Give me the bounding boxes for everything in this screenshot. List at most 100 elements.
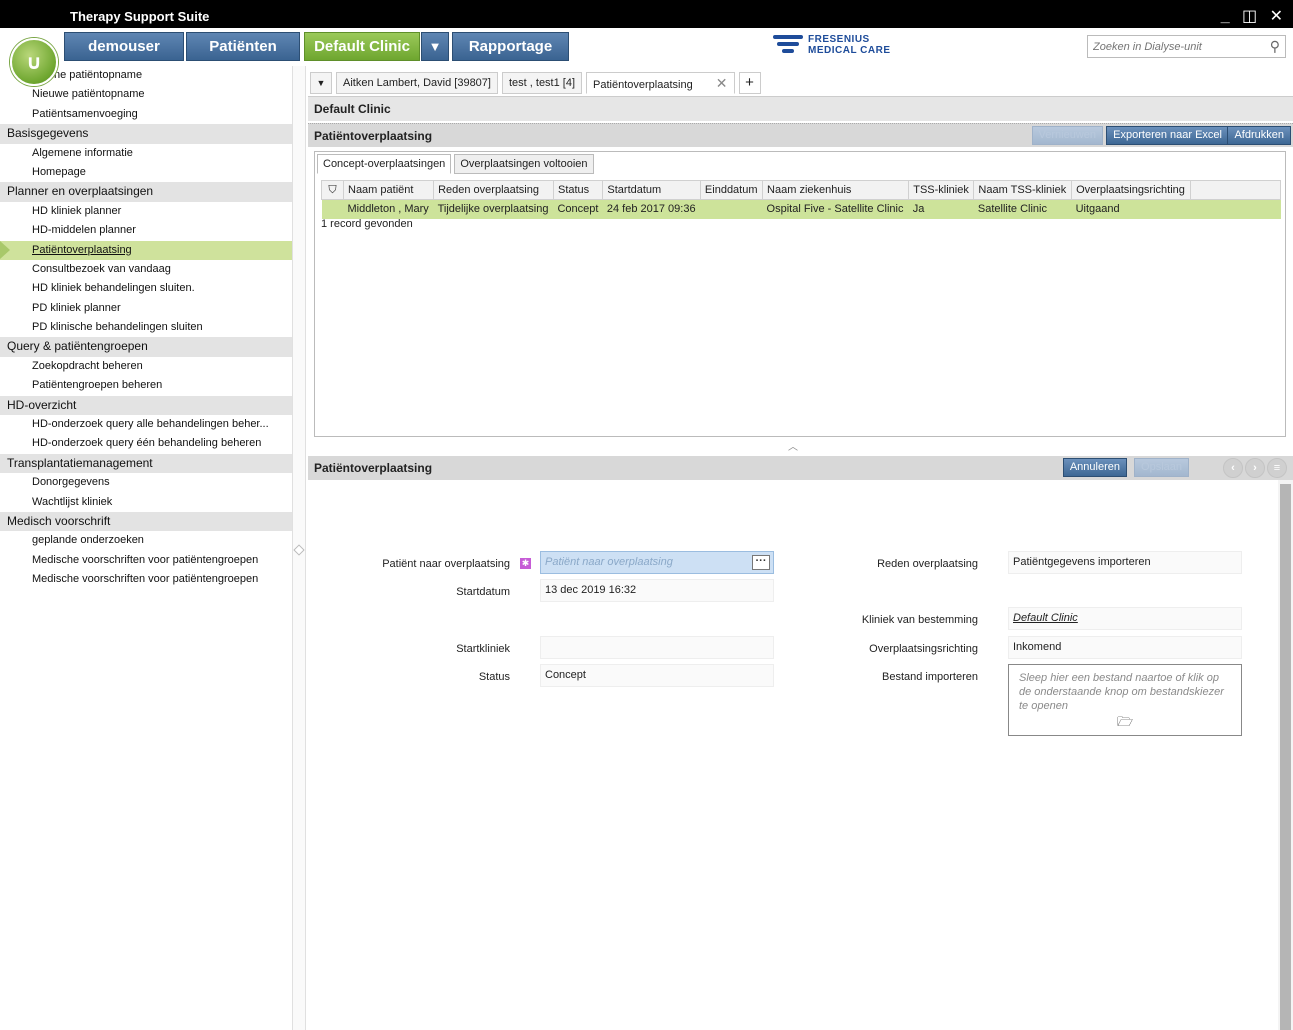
destination-link[interactable]: Default Clinic <box>1013 612 1078 624</box>
reports-button[interactable]: Rapportage <box>452 32 569 61</box>
column-header[interactable]: Overplaatsingsrichting <box>1071 180 1191 200</box>
save-button[interactable]: Opslaan <box>1134 458 1189 477</box>
column-header[interactable]: Naam patiënt <box>342 180 435 200</box>
user-menu-button[interactable]: demouser <box>64 32 184 61</box>
column-header[interactable]: Einddatum <box>699 180 764 200</box>
add-tab-icon[interactable]: + <box>738 71 761 94</box>
clinic-dropdown-icon[interactable]: ▼ <box>421 32 449 61</box>
tab-patient-aitken[interactable]: Aitken Lambert, David [39807] <box>336 71 498 94</box>
print-button[interactable]: Afdrukken <box>1227 126 1291 145</box>
cancel-button[interactable]: Annuleren <box>1062 458 1127 477</box>
scrollbar-thumb[interactable] <box>1280 484 1291 1030</box>
document-tabs: ▼ Aitken Lambert, David [39807] test , t… <box>310 70 765 95</box>
sidebar-group[interactable]: Transplantatiemanagement <box>0 453 292 474</box>
clinic-button[interactable]: Default Clinic <box>304 32 420 61</box>
table-cell[interactable]: 24 feb 2017 09:36 <box>602 199 701 219</box>
table-cell[interactable]: Uitgaand <box>1071 199 1191 219</box>
search-box[interactable]: ⚲ <box>1087 35 1286 58</box>
patient-placeholder: Patiënt naar overplaatsing <box>545 556 673 568</box>
filter-icon[interactable]: ⛉ <box>321 180 344 200</box>
startclinic-label: Startkliniek <box>456 643 510 655</box>
patient-label: Patiënt naar overplaatsing <box>382 558 510 570</box>
direction-field[interactable]: Inkomend <box>1008 636 1242 659</box>
sidebar-item[interactable]: Zoekopdracht beheren <box>0 357 292 376</box>
sidebar-item[interactable]: Patiëntengroepen beheren <box>0 376 292 395</box>
column-header[interactable]: TSS-kliniek <box>908 180 975 200</box>
search-icon[interactable]: ⚲ <box>1270 38 1280 55</box>
next-record-icon[interactable]: › <box>1245 458 1265 478</box>
sidebar-item[interactable]: Consultbezoek van vandaag <box>0 260 292 279</box>
folder-icon[interactable]: 🗁 <box>1117 715 1133 729</box>
brand-line2: MEDICAL CARE <box>808 45 891 56</box>
sidebar-item[interactable]: HD kliniek behandelingen sluiten. <box>0 279 292 298</box>
window-controls[interactable]: _ ◫ ✕ <box>1221 6 1287 26</box>
destination-label: Kliniek van bestemming <box>861 614 978 626</box>
column-header[interactable]: Status <box>552 180 604 200</box>
sidebar-item[interactable]: Medische voorschriften voor patiëntengro… <box>0 570 292 589</box>
table-cell[interactable]: Ospital Five - Satellite Clinic <box>762 199 909 219</box>
table-cell[interactable] <box>700 199 763 219</box>
sidebar-item[interactable]: Homepage <box>0 163 292 182</box>
stethoscope-logo-icon[interactable]: ∪ <box>10 38 58 86</box>
sidebar-group[interactable]: Query & patiëntengroepen <box>0 337 292 357</box>
sidebar-item[interactable]: Patiëntsamenvoeging <box>0 105 292 124</box>
fresenius-logo-icon <box>772 32 804 58</box>
splitter-grip-icon[interactable] <box>293 544 305 556</box>
destination-field[interactable]: Default Clinic <box>1008 607 1242 630</box>
sidebar-item[interactable]: Wachtlijst kliniek <box>0 493 292 512</box>
sidebar-item[interactable]: Patiëntoverplaatsing <box>0 240 292 260</box>
sidebar-item[interactable]: Medische voorschriften voor patiëntengro… <box>0 551 292 570</box>
sidebar-splitter[interactable] <box>292 66 306 1030</box>
column-header[interactable]: Startdatum <box>602 180 701 200</box>
column-header[interactable]: Naam ziekenhuis <box>762 180 910 200</box>
search-input[interactable] <box>1088 36 1258 57</box>
sidebar-item[interactable]: HD-onderzoek query één behandeling beher… <box>0 434 292 453</box>
sidebar-item[interactable]: PD klinische behandelingen sluiten <box>0 318 292 337</box>
close-icon[interactable]: ✕ <box>716 75 728 91</box>
record-navigation: ‹ › ≡ <box>1223 458 1287 478</box>
tab-patient-test[interactable]: test , test1 [4] <box>501 71 583 94</box>
file-dropzone[interactable]: Sleep hier een bestand naartoe of klik o… <box>1008 664 1242 736</box>
table-cell[interactable]: Concept <box>553 199 603 219</box>
table-cell[interactable]: Middleton , Mary <box>343 199 434 219</box>
refresh-button[interactable]: Vernieuwen <box>1031 126 1103 145</box>
record-menu-icon[interactable]: ≡ <box>1267 458 1287 478</box>
startclinic-field[interactable] <box>540 636 774 659</box>
startdate-field[interactable]: 13 dec 2019 16:32 <box>540 579 774 602</box>
sidebar-item[interactable]: Nieuwe patiëntopname <box>0 85 292 104</box>
tab-complete-transfers[interactable]: Overplaatsingen voltooien <box>454 154 594 174</box>
sidebar-group[interactable]: Basisgegevens <box>0 124 292 144</box>
subtabs: Concept-overplaatsingen Overplaatsingen … <box>317 154 597 174</box>
column-header[interactable]: Naam TSS-kliniek <box>973 180 1073 200</box>
tab-concept-transfers[interactable]: Concept-overplaatsingen <box>317 154 452 174</box>
tab-patient-transfer[interactable]: Patiëntoverplaatsing ✕ <box>586 71 735 94</box>
export-excel-button[interactable]: Exporteren naar Excel <box>1106 126 1229 145</box>
sidebar-group[interactable]: HD-overzicht <box>0 395 292 416</box>
sidebar-item[interactable]: HD kliniek planner <box>0 202 292 221</box>
status-field[interactable]: Concept <box>540 664 774 687</box>
sidebar-item[interactable]: Algemene informatie <box>0 144 292 163</box>
table-cell[interactable]: Tijdelijke overplaatsing <box>433 199 554 219</box>
record-count: 1 record gevonden <box>321 218 413 230</box>
sidebar-item[interactable]: PD kliniek planner <box>0 299 292 318</box>
sidebar-item[interactable]: HD-middelen planner <box>0 221 292 240</box>
table-row[interactable]: Middleton , Mary Tijdelijke overplaatsing… <box>321 199 1281 219</box>
vertical-scrollbar[interactable] <box>1278 480 1293 1030</box>
collapse-arrow-icon[interactable]: ︿ <box>788 438 798 453</box>
sidebar-group[interactable]: Planner en overplaatsingen <box>0 182 292 202</box>
tabs-dropdown-icon[interactable]: ▼ <box>310 71 332 94</box>
direction-label: Overplaatsingsrichting <box>869 643 978 655</box>
sidebar-item[interactable]: HD-onderzoek query alle behandelingen be… <box>0 415 292 434</box>
patient-field[interactable]: Patiënt naar overplaatsing ··· <box>540 551 774 574</box>
reason-field[interactable]: Patiëntgegevens importeren <box>1008 551 1242 574</box>
sidebar-item[interactable]: Donorgegevens <box>0 473 292 492</box>
table-cell[interactable]: Satellite Clinic <box>973 199 1072 219</box>
main-content: ▼ Aitken Lambert, David [39807] test , t… <box>308 66 1293 1030</box>
sidebar-item[interactable]: geplande onderzoeken <box>0 531 292 550</box>
column-header[interactable]: Reden overplaatsing <box>433 180 554 200</box>
table-cell[interactable]: Ja <box>908 199 974 219</box>
previous-record-icon[interactable]: ‹ <box>1223 458 1243 478</box>
sidebar-group[interactable]: Medisch voorschrift <box>0 511 292 532</box>
patients-button[interactable]: Patiënten <box>186 32 300 61</box>
patient-picker-button[interactable]: ··· <box>752 555 770 570</box>
